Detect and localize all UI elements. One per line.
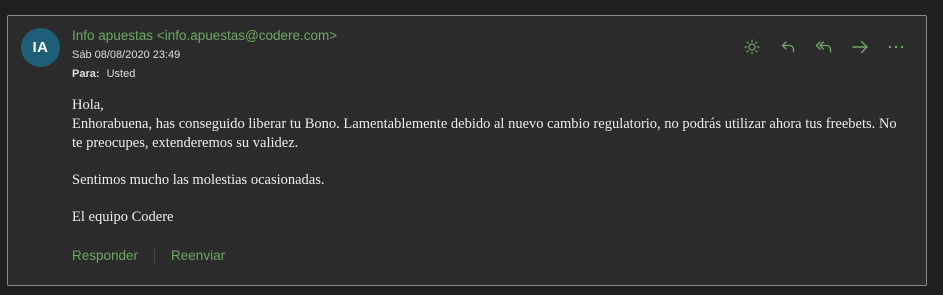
more-icon[interactable]: [884, 36, 908, 58]
forward-button[interactable]: Reenviar: [171, 248, 225, 263]
avatar: IA: [21, 28, 60, 67]
reply-all-icon[interactable]: [812, 36, 836, 58]
email-message-card: IA Info apuestas <info.apuestas@codere.c…: [7, 15, 927, 286]
body-paragraph: Enhorabuena, has conseguido liberar tu B…: [72, 116, 897, 151]
sun-icon[interactable]: [740, 36, 764, 58]
reply-icon[interactable]: [776, 36, 800, 58]
message-actions: Responder Reenviar: [72, 248, 225, 263]
recipient-value: Usted: [106, 68, 136, 80]
body-apology: Sentimos mucho las molestias ocasionadas…: [72, 172, 325, 188]
reply-button[interactable]: Responder: [72, 248, 138, 263]
recipient-line: Para: Usted: [72, 68, 135, 80]
sender[interactable]: Info apuestas <info.apuestas@codere.com>: [72, 28, 337, 43]
recipient-label: Para:: [72, 68, 100, 80]
message-date: Sáb 08/08/2020 23:49: [72, 49, 181, 61]
message-toolbar: [740, 36, 908, 58]
body-greeting: Hola,: [72, 97, 104, 113]
message-body: Hola, Enhorabuena, has conseguido libera…: [72, 96, 902, 227]
body-signature: El equipo Codere: [72, 209, 174, 225]
forward-icon[interactable]: [848, 36, 872, 58]
divider: [154, 248, 156, 263]
